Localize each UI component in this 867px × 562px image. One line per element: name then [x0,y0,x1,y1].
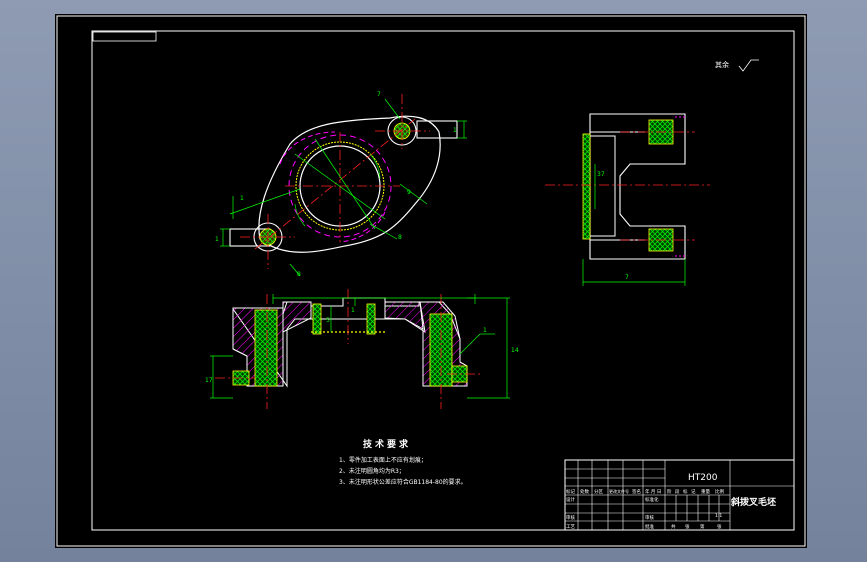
hidden-arc-2 [339,211,386,243]
label-review: 审核 [566,514,575,521]
label-stage-3: 标 [683,488,688,495]
scale-value: 1:1 [715,513,722,519]
inner-frame [91,30,795,531]
label-date: 年 月 日 [645,488,661,495]
outer-frame [56,15,806,547]
dim-radius-bottom: 8 [398,234,402,241]
label-total: 共 [671,523,676,530]
web-right-section [384,301,426,334]
side-view-dimensions [582,164,686,286]
dim-front-web: 5 [326,317,330,324]
side-view: 7 37 [545,113,710,286]
label-change-doc: 更改文件号 [609,488,629,494]
label-mark: 标记 [566,488,575,495]
dim-front-height: 14 [511,347,519,354]
roughness-symbol [738,59,759,72]
corner-code-box [92,31,157,42]
cad-drawing: 其余 1 1 7 9 8 1 8 14 17 5 1 1 7 37 技术要求 1… [56,15,806,547]
technical-requirements: 技术要求 1、零件加工表面上不应有划痕； 2、未注明圆角均为R3； 3、未注明形… [339,438,467,486]
label-process: 工艺 [566,524,575,530]
dim-front-top: 1 [351,307,355,314]
label-number: 第 [700,523,705,530]
dim-front-left-height: 17 [205,377,213,384]
material-text: HT200 [688,473,718,483]
surface-finish-note: 其余 [715,59,759,72]
side-face-strip [582,133,591,240]
dim-radius-left-bottom: 8 [297,271,301,278]
label-standardization: 标准化 [645,496,659,503]
dim-top-left: 1 [215,236,219,243]
label-count: 处数 [580,488,589,495]
label-stage-4: 记 [691,488,696,495]
dim-front-slope: 1 [483,327,487,334]
tech-item-1: 1、零件加工表面上不应有划痕； [339,456,427,464]
label-stage-2: 段 [675,488,680,495]
label-approval: 批准 [645,523,654,530]
top-view-dimensions [220,98,467,277]
top-body-outline [258,115,441,253]
tech-title: 技术要求 [363,438,411,450]
dim-radius-left: 1 [240,195,244,202]
dim-radius-top: 7 [377,91,381,98]
tech-item-2: 2、未注明圆角均为R3； [339,467,405,475]
label-scale: 比例 [715,488,724,495]
web-hole-left [312,303,322,335]
label-signature: 签名 [632,488,641,495]
dim-side-bore: 37 [597,171,605,178]
web-left-section [282,301,312,333]
surface-note-text: 其余 [715,60,729,69]
left-leg-bore [254,309,278,387]
label-sheets-2: 张 [717,523,722,530]
diagonal-centerline [254,118,416,250]
label-stage-1: 阶 [667,488,672,495]
web-hole-right [366,303,376,335]
label-weight: 重量 [701,488,710,495]
label-approve-review: 审核 [645,514,654,521]
dim-top-right: 1 [453,127,457,134]
top-view: 1 1 7 9 8 1 8 [215,91,467,278]
drawing-sheet: 其余 1 1 7 9 8 1 8 14 17 5 1 1 7 37 技术要求 1… [55,14,807,548]
tech-item-3: 3、未注明形状公差应符合GB1184-80的要求。 [339,478,467,486]
title-block: HT200 斜拨叉毛坯 标记 处数 分区 更改文件号 签名 年 月 日 设计 审… [564,459,795,531]
dim-radius-right: 9 [407,189,411,196]
front-section-view: 14 17 5 1 1 [205,289,519,409]
dim-side-width: 7 [625,274,629,281]
part-name-text: 斜拨叉毛坯 [730,496,776,508]
label-zone: 分区 [594,488,603,495]
label-design: 设计 [566,496,575,503]
label-sheets-1: 张 [685,523,690,530]
